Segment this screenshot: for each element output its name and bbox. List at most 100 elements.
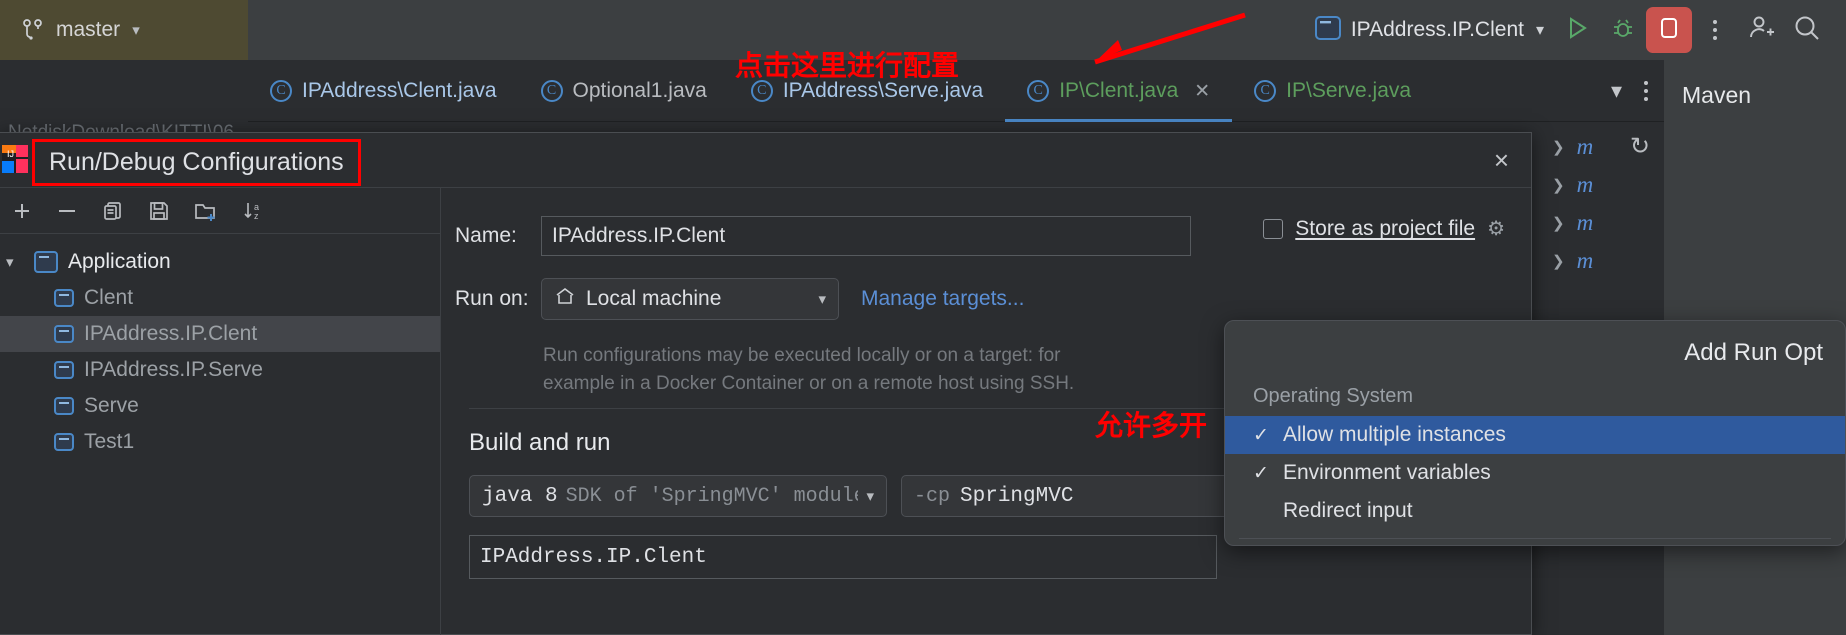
configurations-panel: a z ▾ Application Clent IPAddress.IP.Cle… bbox=[0, 188, 441, 635]
run-on-help-text: Run configurations may be executed local… bbox=[543, 342, 1103, 398]
account-icon bbox=[1746, 14, 1776, 47]
popup-item-allow-multiple-instances[interactable]: ✓ Allow multiple instances bbox=[1225, 416, 1845, 454]
jdk-secondary-label: SDK of 'SpringMVC' module bbox=[565, 484, 859, 508]
close-icon[interactable]: × bbox=[1494, 145, 1509, 176]
manage-targets-link[interactable]: Manage targets... bbox=[861, 287, 1024, 311]
stop-button[interactable] bbox=[1646, 7, 1692, 53]
popup-item-environment-variables[interactable]: ✓ Environment variables bbox=[1225, 454, 1845, 492]
dialog-title-bar: IJ Run/Debug Configurations × bbox=[0, 133, 1531, 187]
home-icon bbox=[554, 286, 576, 312]
search-button[interactable] bbox=[1784, 7, 1830, 53]
new-folder-button[interactable] bbox=[194, 200, 218, 222]
stop-icon bbox=[1657, 15, 1681, 46]
run-on-select[interactable]: Local machine ▾ bbox=[541, 278, 839, 320]
class-icon: C bbox=[540, 80, 563, 102]
debug-icon bbox=[1610, 15, 1636, 46]
class-icon: C bbox=[1254, 80, 1277, 102]
tree-item-label: IPAddress.IP.Clent bbox=[84, 322, 258, 345]
debug-button[interactable] bbox=[1600, 7, 1646, 53]
editor-tab-ip-serve[interactable]: C IP\Serve.java bbox=[1232, 60, 1433, 122]
git-branch-icon bbox=[22, 18, 44, 42]
popup-item-label: Allow multiple instances bbox=[1283, 423, 1506, 446]
editor-tab-label: Optional1.java bbox=[572, 79, 707, 102]
svg-text:IJ: IJ bbox=[7, 149, 14, 159]
maven-panel-title: Maven bbox=[1682, 82, 1752, 108]
popup-group-label: Operating System bbox=[1253, 385, 1414, 407]
vcs-branch-label: master bbox=[56, 18, 121, 41]
run-button[interactable] bbox=[1554, 7, 1600, 53]
main-class-input[interactable]: IPAddress.IP.Clent bbox=[469, 535, 1217, 579]
tree-item-clent[interactable]: Clent bbox=[0, 280, 440, 316]
tree-group-label: Application bbox=[68, 250, 171, 273]
more-vertical-icon bbox=[1713, 20, 1717, 40]
store-as-project-file-row[interactable]: Store as project file ⚙ bbox=[1263, 216, 1505, 241]
add-run-options-popup: Add Run Opt Operating System ✓ Allow mul… bbox=[1224, 320, 1846, 546]
tree-item-serve[interactable]: Serve bbox=[0, 388, 440, 424]
jdk-primary-label: java 8 bbox=[482, 484, 558, 508]
classpath-flag-label: -cp bbox=[914, 484, 951, 508]
vcs-branch-widget[interactable]: master ▾ bbox=[0, 0, 248, 60]
screen-root: master ▾ IPAddress.IP.Clent ▾ C IPAddres… bbox=[0, 0, 1846, 635]
maven-module-label: m bbox=[1576, 210, 1594, 235]
editor-tab-optional1[interactable]: C Optional1.java bbox=[519, 60, 729, 122]
refresh-icon[interactable]: ↻ bbox=[1630, 132, 1650, 161]
maven-tree-row[interactable]: ❯ m bbox=[1544, 242, 1664, 280]
chevron-down-icon: ▾ bbox=[132, 22, 140, 39]
tree-item-label: Test1 bbox=[84, 430, 135, 453]
check-icon: ✓ bbox=[1253, 424, 1269, 446]
check-icon: ✓ bbox=[1253, 462, 1269, 484]
save-configuration-button[interactable] bbox=[148, 200, 170, 222]
class-icon: C bbox=[270, 80, 292, 102]
name-input[interactable]: IPAddress.IP.Clent bbox=[541, 216, 1191, 256]
close-icon[interactable]: ✕ bbox=[1194, 80, 1210, 103]
editor-tab-ip-clent[interactable]: C IP\Clent.java ✕ bbox=[1005, 60, 1233, 122]
jdk-select[interactable]: java 8 SDK of 'SpringMVC' module ▾ bbox=[469, 475, 887, 517]
copy-configuration-button[interactable] bbox=[102, 200, 124, 222]
chevron-right-icon: ❯ bbox=[1552, 139, 1565, 156]
add-configuration-button[interactable] bbox=[12, 201, 32, 221]
chevron-down-icon: ▾ bbox=[866, 488, 874, 506]
tree-item-label: IPAddress.IP.Serve bbox=[84, 358, 263, 381]
maven-tree-row[interactable]: ❯ m bbox=[1544, 166, 1664, 204]
run-on-row: Run on: Local machine ▾ Manage targets..… bbox=[455, 278, 1531, 320]
chevron-down-icon[interactable]: ▾ bbox=[1611, 78, 1622, 104]
tree-item-label: Serve bbox=[84, 394, 139, 417]
popup-item-label: Environment variables bbox=[1283, 461, 1491, 484]
more-options-button[interactable] bbox=[1692, 7, 1738, 53]
run-on-label: Run on: bbox=[455, 287, 529, 310]
annotation-click-here-to-configure: 点击这里进行配置 bbox=[735, 49, 960, 82]
tree-item-test1[interactable]: Test1 bbox=[0, 424, 440, 460]
class-icon: C bbox=[1027, 80, 1050, 102]
chevron-down-icon: ▾ bbox=[1535, 22, 1544, 39]
store-as-project-file-checkbox[interactable] bbox=[1263, 218, 1284, 239]
remove-configuration-button[interactable] bbox=[56, 201, 78, 221]
name-field-label: Name: bbox=[455, 224, 517, 247]
application-icon bbox=[54, 433, 74, 451]
run-configuration-selector[interactable]: IPAddress.IP.Clent ▾ bbox=[1305, 11, 1554, 49]
tree-item-ipaddress-ip-serve[interactable]: IPAddress.IP.Serve bbox=[0, 352, 440, 388]
maven-module-label: m bbox=[1576, 248, 1594, 273]
run-toolbar: IPAddress.IP.Clent ▾ bbox=[1305, 0, 1846, 60]
tree-group-application[interactable]: ▾ Application bbox=[0, 244, 440, 280]
chevron-right-icon: ❯ bbox=[1552, 177, 1565, 194]
search-icon bbox=[1792, 13, 1822, 48]
chevron-down-icon: ▾ bbox=[818, 291, 826, 308]
tree-item-label: Clent bbox=[84, 286, 134, 309]
more-vertical-icon[interactable] bbox=[1644, 81, 1648, 101]
run-on-help-line-1: Run configurations may be executed local… bbox=[543, 345, 1061, 366]
editor-tab-ipaddress-clent[interactable]: C IPAddress\Clent.java bbox=[248, 60, 519, 122]
run-on-value: Local machine bbox=[586, 287, 722, 310]
application-icon bbox=[54, 361, 74, 379]
account-button[interactable] bbox=[1738, 7, 1784, 53]
configurations-toolbar: a z bbox=[0, 188, 440, 234]
svg-text:z: z bbox=[254, 211, 259, 221]
editor-tab-label: IP\Clent.java bbox=[1059, 79, 1179, 102]
maven-tree-row[interactable]: ❯ m bbox=[1544, 204, 1664, 242]
chevron-right-icon: ❯ bbox=[1552, 215, 1565, 232]
sort-az-button[interactable]: a z bbox=[242, 199, 266, 223]
popup-item-redirect-input[interactable]: Redirect input bbox=[1225, 492, 1845, 530]
gear-icon[interactable]: ⚙ bbox=[1487, 216, 1505, 241]
tab-strip-actions: ▾ bbox=[1611, 60, 1664, 122]
tree-item-ipaddress-ip-clent[interactable]: IPAddress.IP.Clent bbox=[0, 316, 440, 352]
popup-item-label: Redirect input bbox=[1283, 499, 1413, 522]
